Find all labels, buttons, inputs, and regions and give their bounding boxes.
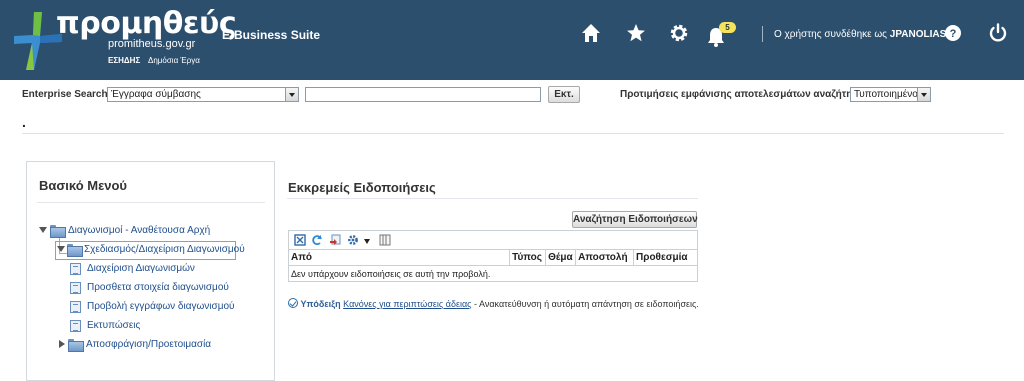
collapse-arrow-icon[interactable] [57, 246, 65, 252]
result-preferences-value: Τυποποιημένο [854, 89, 918, 100]
column-header-due[interactable]: Προθεσμία [633, 249, 698, 266]
result-preferences-label: Προτιμήσεις εμφάνισης αποτελεσμάτων αναζ… [620, 89, 871, 100]
logout-power-icon[interactable] [987, 22, 1009, 44]
search-go-button[interactable]: Εκτ. [548, 86, 580, 103]
document-icon [70, 301, 81, 313]
result-preferences-select[interactable]: Τυποποιημένο [850, 87, 931, 102]
search-scope-value: Έγγραφα σύμβασης [111, 89, 201, 100]
export-icon[interactable] [329, 234, 341, 246]
detach-icon[interactable] [294, 234, 306, 246]
menu-item-label[interactable]: Σχεδιασμός/Διαχείριση Διαγωνισμού [84, 244, 245, 255]
chevron-down-icon[interactable] [364, 239, 370, 244]
chevron-down-icon[interactable] [285, 88, 298, 101]
logo-subtitle-bold: ΕΣΗΔΗΣ [108, 56, 141, 65]
column-header-sent[interactable]: Αποστολή [575, 249, 635, 266]
enterprise-search-bar: Enterprise Search Έγγραφα σύμβασης Εκτ. … [0, 86, 1024, 106]
document-icon [70, 263, 81, 275]
logged-in-user: Ο χρήστης συνδέθηκε ως JPANOLIAS [774, 29, 946, 40]
favorites-star-icon[interactable] [625, 22, 647, 44]
logo-wordmark: προμηθεύς [56, 6, 237, 41]
column-header-type[interactable]: Τύπος [509, 249, 547, 266]
search-scope-select[interactable]: Έγγραφα σύμβασης [107, 87, 299, 102]
tip-label: Υπόδειξη [300, 299, 341, 309]
user-prefix: Ο χρήστης συνδέθηκε ως [774, 29, 887, 40]
page-marker-dot: . [22, 114, 26, 130]
columns-icon[interactable] [379, 234, 391, 246]
app-title: E-Business Suite [222, 28, 321, 42]
pending-notifications-title: Εκκρεμείς Ειδοποιήσεις [288, 180, 436, 195]
column-header-subject[interactable]: Θέμα [545, 249, 577, 266]
column-header-from[interactable]: Από [288, 249, 511, 266]
notifications-table: Από Τύπος Θέμα Αποστολή Προθεσμία Δεν υπ… [288, 249, 698, 282]
tip-text: - Ανακατεύθυνση ή αυτόματη απάντηση σε ε… [471, 299, 699, 309]
view-settings-icon[interactable] [347, 234, 359, 246]
user-name: JPANOLIAS [889, 29, 947, 40]
search-notifications-button[interactable]: Αναζήτηση Ειδοποιήσεων [572, 211, 698, 228]
table-toolbar [288, 230, 698, 249]
checkmark-icon [288, 298, 298, 308]
folder-icon [50, 225, 66, 238]
notification-count-badge: 5 [719, 22, 736, 33]
notifications-divider [287, 198, 698, 199]
document-icon [70, 320, 81, 332]
menu-item-label[interactable]: Προσθετα στοιχεία διαγωνισμού [87, 282, 229, 293]
promitheus-logo[interactable]: προμηθεύς promitheus.gov.gr ΕΣΗΔΗΣ Δημόσ… [12, 4, 237, 76]
header-separator [762, 26, 763, 42]
help-icon[interactable]: ? [942, 22, 964, 44]
vacation-rules-link[interactable]: Κανόνες για περιπτώσεις άδειας [343, 299, 471, 309]
svg-text:?: ? [950, 28, 957, 40]
expand-arrow-icon[interactable] [59, 340, 65, 348]
collapse-arrow-icon[interactable] [39, 227, 47, 233]
folder-icon [68, 339, 84, 352]
settings-gear-icon[interactable] [668, 22, 690, 44]
top-header: προμηθεύς promitheus.gov.gr ΕΣΗΔΗΣ Δημόσ… [0, 0, 1024, 80]
menu-item-label[interactable]: Διαγωνισμοί - Αναθέτουσα Αρχή [68, 225, 210, 236]
tip-line: Υπόδειξη Κανόνες για περιπτώσεις άδειας … [288, 297, 699, 309]
menu-item-label[interactable]: Εκτυπώσεις [87, 320, 140, 331]
main-menu-title: Βασικό Μενού [39, 178, 127, 193]
table-header-row: Από Τύπος Θέμα Αποστολή Προθεσμία [288, 249, 698, 266]
menu-item-label[interactable]: Διαχείριση Διαγωνισμών [87, 263, 195, 274]
document-icon [70, 282, 81, 294]
menu-divider [37, 202, 265, 203]
logo-url: promitheus.gov.gr [108, 38, 196, 50]
chevron-down-icon[interactable] [917, 88, 930, 101]
main-menu-panel: Βασικό Μενού Διαγωνισμοί - Αναθέτουσα Αρ… [26, 161, 275, 381]
menu-item-label[interactable]: Αποσφράγιση/Προετοιμασία [86, 339, 211, 350]
empty-table-message: Δεν υπάρχουν ειδοποιήσεις σε αυτή την πρ… [288, 265, 698, 282]
refresh-icon[interactable] [311, 234, 323, 246]
home-icon[interactable] [580, 22, 602, 44]
menu-item-label[interactable]: Προβολή εγγράφων διαγωνισμού [87, 301, 235, 312]
search-input[interactable] [305, 87, 541, 102]
horizontal-divider [22, 133, 1004, 134]
enterprise-search-label: Enterprise Search [22, 89, 108, 100]
table-row: Δεν υπάρχουν ειδοποιήσεις σε αυτή την πρ… [288, 265, 698, 282]
folder-icon [67, 244, 83, 257]
logo-subtitle: Δημόσια Έργα [148, 56, 200, 65]
